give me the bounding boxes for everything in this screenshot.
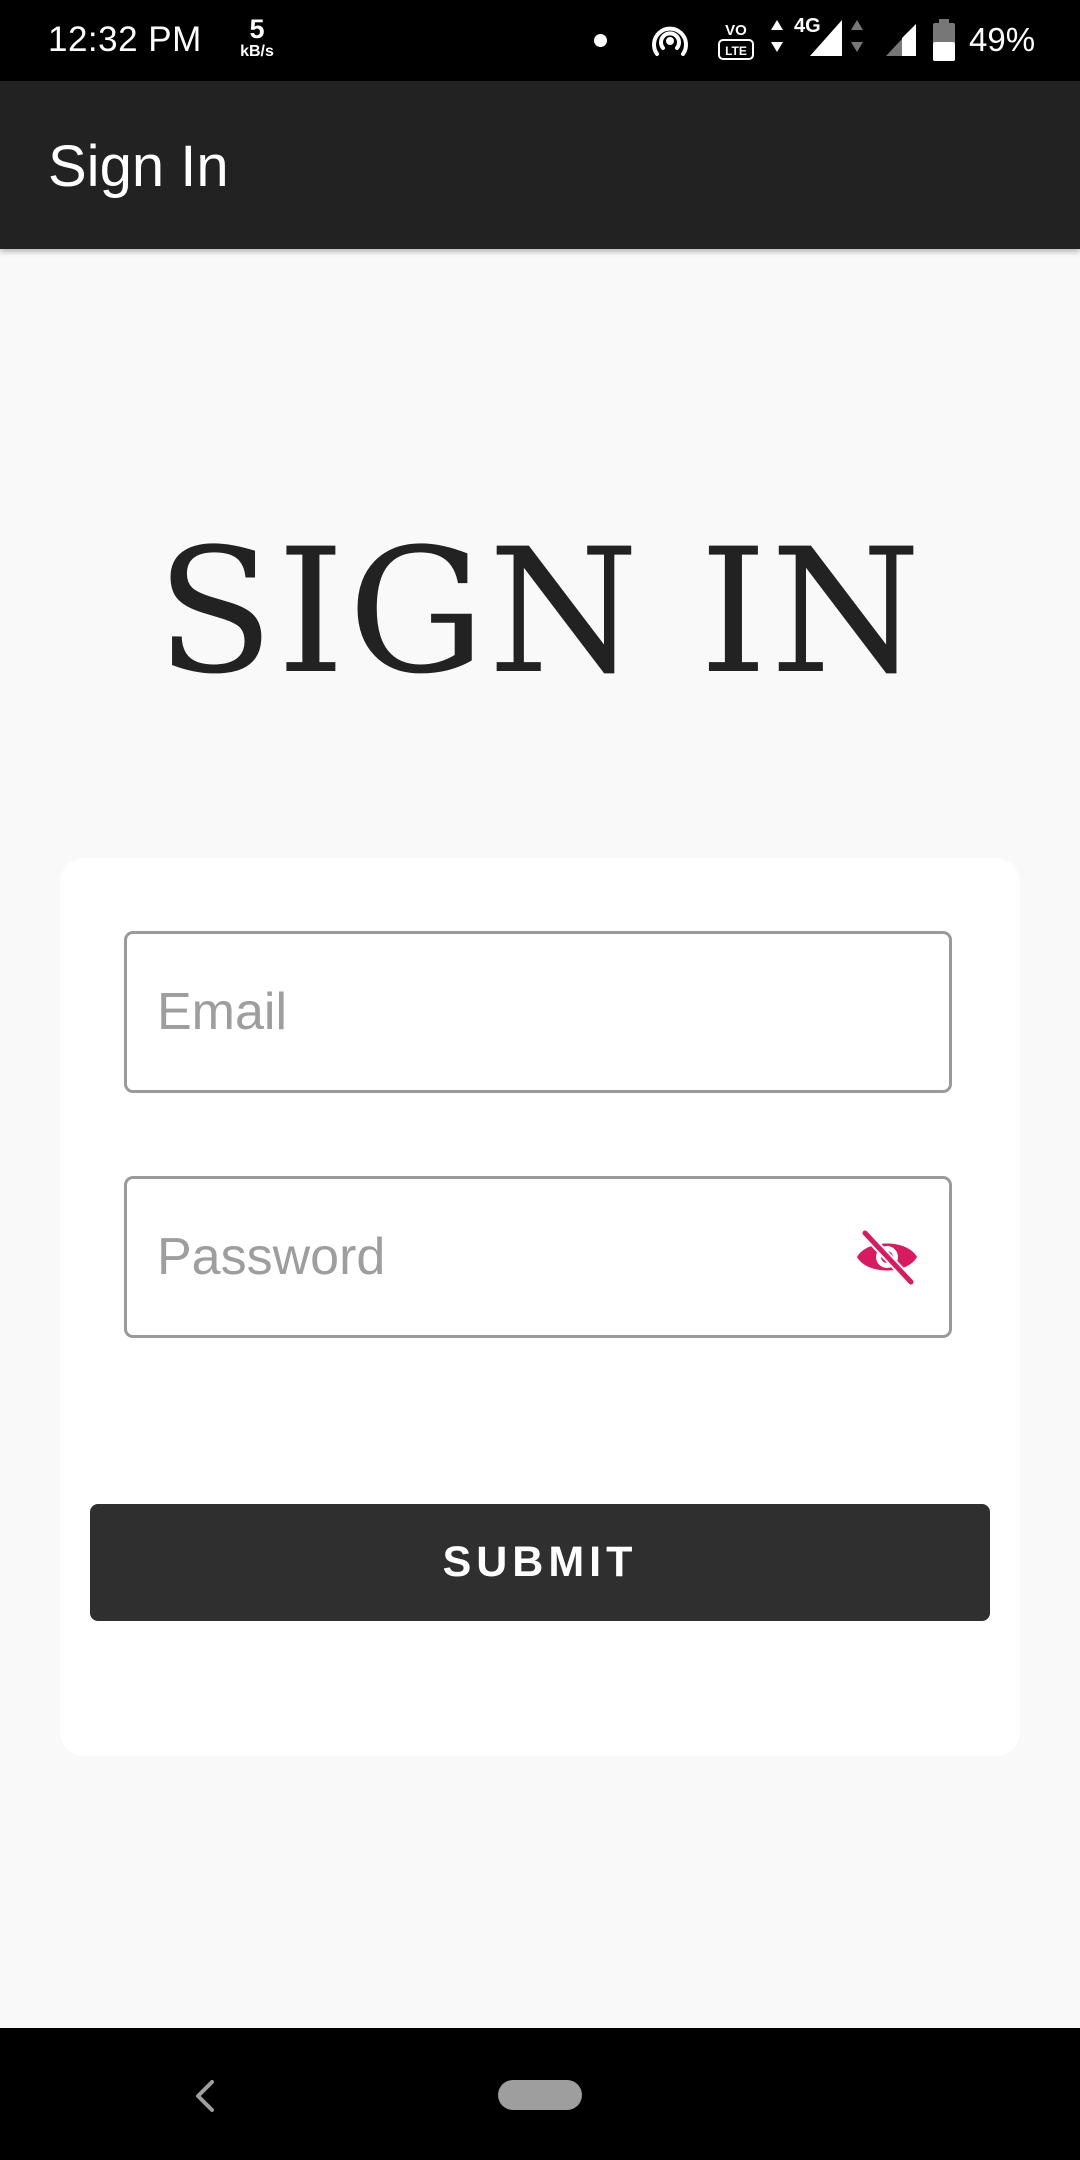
- network-speed-value: 5: [249, 14, 265, 44]
- visibility-off-icon[interactable]: [853, 1227, 921, 1287]
- battery-percent: 49%: [969, 21, 1036, 58]
- battery-icon: [932, 18, 956, 67]
- email-input[interactable]: [157, 934, 857, 1090]
- password-field[interactable]: [124, 1176, 952, 1338]
- back-chevron-icon[interactable]: [186, 2076, 226, 2116]
- hotspot-icon: [648, 20, 692, 65]
- signal-strength-icon: [808, 18, 844, 63]
- signal-strength-secondary-icon: [884, 22, 918, 63]
- home-pill-icon[interactable]: [498, 2080, 582, 2110]
- network-speed: 5 kB/s: [234, 16, 280, 60]
- app-bar: Sign In: [0, 81, 1080, 249]
- volte-top-text: VO: [725, 22, 747, 39]
- navigation-bar: [0, 2028, 1080, 2160]
- notification-dot-icon: [594, 34, 607, 47]
- app-bar-title: Sign In: [48, 134, 229, 199]
- status-bar: 12:32 PM 5 kB/s VO LTE 4G 49%: [0, 0, 1080, 81]
- email-field[interactable]: [124, 931, 952, 1093]
- volte-bottom-text: LTE: [725, 44, 747, 58]
- volte-icon: VO LTE: [716, 18, 756, 67]
- network-speed-unit: kB/s: [240, 43, 274, 60]
- password-input[interactable]: [157, 1179, 857, 1335]
- status-time: 12:32 PM: [48, 20, 202, 59]
- mobile-data-arrows-icon: [770, 18, 784, 59]
- page-heading: SIGN IN: [156, 511, 924, 712]
- sign-in-card: SUBMIT: [60, 858, 1020, 1756]
- mobile-data-arrows-secondary-icon: [850, 18, 864, 59]
- submit-button[interactable]: SUBMIT: [90, 1504, 990, 1621]
